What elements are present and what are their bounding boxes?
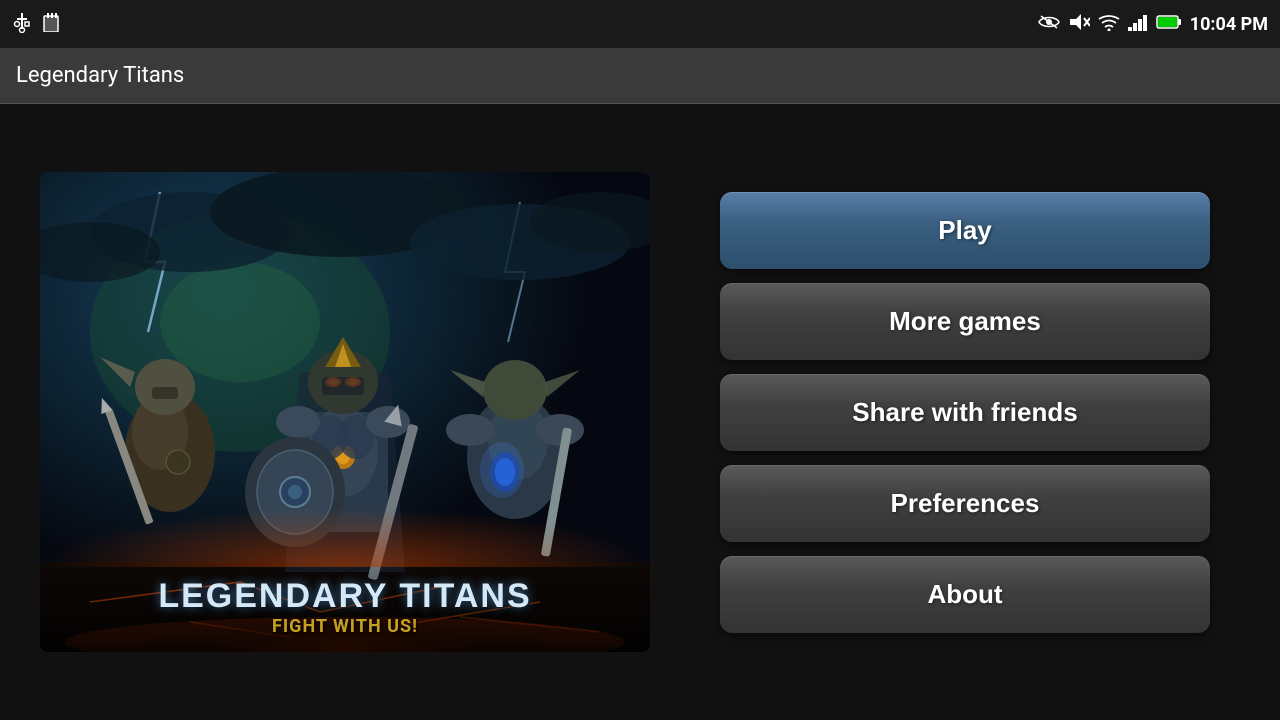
app-title: Legendary Titans xyxy=(16,63,184,88)
wifi-icon xyxy=(1098,13,1120,35)
action-bar: Legendary Titans xyxy=(0,48,1280,104)
game-title-sub: FIGHT WITH US! xyxy=(272,616,418,637)
status-time: 10:04 PM xyxy=(1190,14,1268,35)
share-button[interactable]: Share with friends xyxy=(720,374,1210,451)
play-button[interactable]: Play xyxy=(720,192,1210,269)
main-content: LEGENDARY TITANS FIGHT WITH US! Play Mor… xyxy=(0,104,1280,720)
status-right-icons: 10:04 PM xyxy=(1038,12,1268,36)
eye-icon xyxy=(1038,14,1060,34)
sd-icon xyxy=(42,12,60,37)
about-button[interactable]: About xyxy=(720,556,1210,633)
more-games-button[interactable]: More games xyxy=(720,283,1210,360)
status-left-icons xyxy=(12,11,60,38)
battery-icon xyxy=(1156,13,1182,35)
usb-icon xyxy=(12,11,32,38)
preferences-button[interactable]: Preferences xyxy=(720,465,1210,542)
game-title-area: LEGENDARY TITANS FIGHT WITH US! xyxy=(40,562,650,652)
status-bar: 10:04 PM xyxy=(0,0,1280,48)
buttons-area: Play More games Share with friends Prefe… xyxy=(690,192,1240,633)
signal-icon xyxy=(1128,13,1148,35)
ground-glow xyxy=(40,507,650,567)
mute-icon xyxy=(1068,12,1090,36)
game-image: LEGENDARY TITANS FIGHT WITH US! xyxy=(40,172,650,652)
game-title-main: LEGENDARY TITANS xyxy=(158,577,531,616)
